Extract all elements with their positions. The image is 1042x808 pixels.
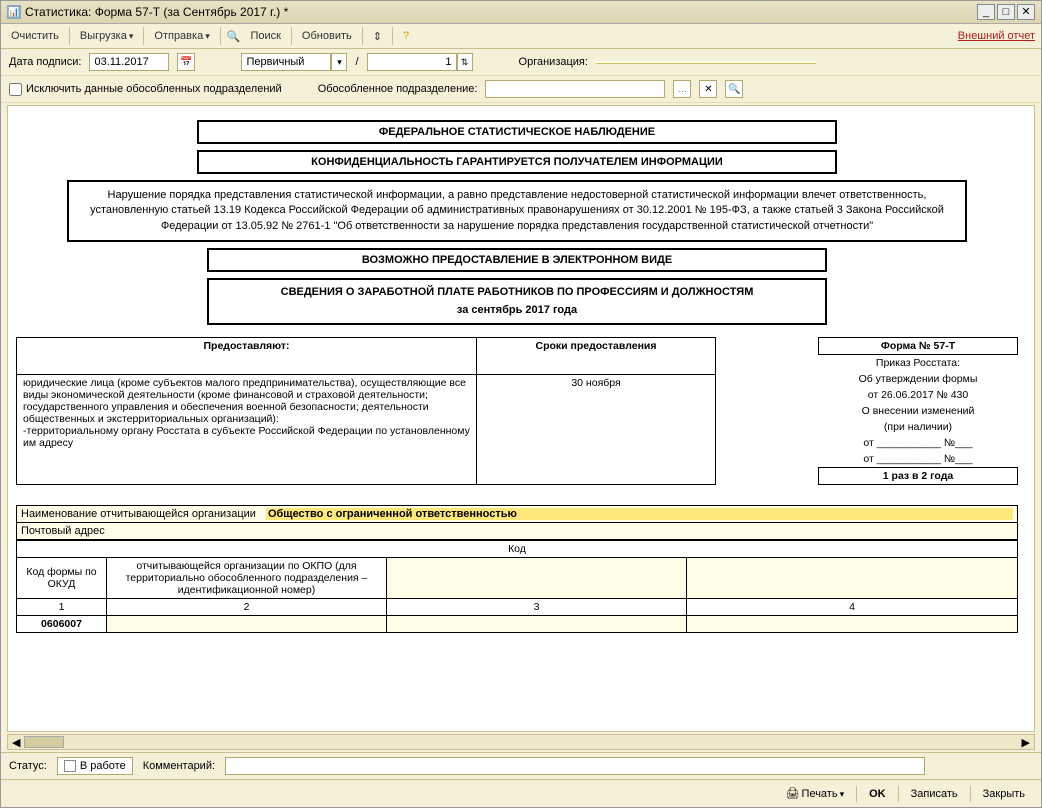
- expand-button[interactable]: ⇕: [369, 28, 386, 45]
- search-button[interactable]: Поиск: [246, 28, 284, 44]
- org-name-row: Наименование отчитывающейся организации …: [16, 505, 1018, 523]
- header-confidential: КОНФИДЕНЦИАЛЬНОСТЬ ГАРАНТИРУЕТСЯ ПОЛУЧАТ…: [197, 150, 837, 174]
- save-button[interactable]: Записать: [903, 785, 966, 803]
- refresh-button[interactable]: Обновить: [298, 28, 356, 44]
- help-button[interactable]: ?: [399, 28, 413, 44]
- toolbar: Очистить Выгрузка Отправка 🔍 Поиск Обнов…: [1, 24, 1041, 49]
- obos-input[interactable]: [485, 80, 665, 98]
- exclude-checkbox[interactable]: [9, 83, 22, 96]
- frequency: 1 раз в 2 года: [819, 468, 1018, 485]
- exclude-label: Исключить данные обособленных подразделе…: [26, 83, 282, 95]
- ok-button[interactable]: OK: [861, 785, 894, 803]
- report-title: СВЕДЕНИЯ О ЗАРАБОТНОЙ ПЛАТЕ РАБОТНИКОВ П…: [207, 278, 827, 325]
- report-type-caret[interactable]: ▾: [331, 53, 347, 71]
- address-value[interactable]: [115, 525, 1013, 537]
- params-row-1: Дата подписи: 📅 ▾ / ⇅ Организация:: [1, 49, 1041, 76]
- col-okud: Код формы по ОКУД: [17, 558, 107, 599]
- app-icon: 📊: [7, 5, 21, 19]
- slash-label: /: [355, 56, 358, 68]
- obos-pick-button[interactable]: …: [673, 80, 691, 98]
- header-federal: ФЕДЕРАЛЬНОЕ СТАТИСТИЧЕСКОЕ НАБЛЮДЕНИЕ: [197, 120, 837, 144]
- comment-input[interactable]: [225, 757, 925, 775]
- bottom-bar: Печать OK Записать Закрыть: [1, 779, 1041, 807]
- report-type-select[interactable]: [241, 53, 331, 71]
- document-area: ФЕДЕРАЛЬНОЕ СТАТИСТИЧЕСКОЕ НАБЛЮДЕНИЕ КО…: [7, 105, 1035, 732]
- code-table: Код Код формы по ОКУД отчитывающейся орг…: [16, 540, 1018, 633]
- form-number: Форма № 57-Т: [819, 338, 1018, 355]
- external-report-link[interactable]: Внешний отчет: [958, 30, 1035, 42]
- comment-label: Комментарий:: [143, 760, 215, 772]
- upload-button[interactable]: Выгрузка: [76, 28, 138, 44]
- maximize-button[interactable]: □: [997, 4, 1015, 20]
- obos-search-button[interactable]: 🔍: [725, 80, 743, 98]
- okud-value: 0606007: [17, 616, 107, 633]
- org-label: Организация:: [519, 56, 588, 68]
- col-okpo: отчитывающейся организации по ОКПО (для …: [107, 558, 387, 599]
- send-button[interactable]: Отправка: [150, 28, 213, 44]
- params-row-2: Исключить данные обособленных подразделе…: [1, 76, 1041, 103]
- provide-body: юридические лица (кроме субъектов малого…: [17, 375, 477, 485]
- terms-header: Сроки предоставления: [477, 338, 716, 375]
- close-button[interactable]: ✕: [1017, 4, 1035, 20]
- org-name-label: Наименование отчитывающейся организации: [21, 508, 256, 520]
- report-num-input[interactable]: [367, 53, 457, 71]
- sign-date-label: Дата подписи:: [9, 56, 81, 68]
- app-window: 📊 Статистика: Форма 57-Т (за Сентябрь 20…: [0, 0, 1042, 808]
- warning-box: Нарушение порядка представления статисти…: [67, 180, 967, 242]
- form-number-table: Форма № 57-Т Приказ Росстата: Об утвержд…: [818, 337, 1018, 485]
- address-row: Почтовый адрес: [16, 523, 1018, 540]
- sign-date-input[interactable]: [89, 53, 169, 71]
- window-title: Статистика: Форма 57-Т (за Сентябрь 2017…: [25, 5, 977, 19]
- close-window-button[interactable]: Закрыть: [975, 785, 1033, 803]
- clear-button[interactable]: Очистить: [7, 28, 63, 44]
- address-label: Почтовый адрес: [21, 525, 105, 537]
- obos-label: Обособленное подразделение:: [318, 83, 478, 95]
- status-bar: Статус: В работе Комментарий:: [1, 752, 1041, 779]
- provide-table: Предоставляют: Сроки предоставления юрид…: [16, 337, 716, 485]
- report-num-stepper[interactable]: ⇅: [457, 53, 473, 71]
- electronic-note: ВОЗМОЖНО ПРЕДОСТАВЛЕНИЕ В ЭЛЕКТРОННОМ ВИ…: [207, 248, 827, 272]
- org-name-value[interactable]: Общество с ограниченной ответственностью: [266, 508, 1013, 520]
- org-value[interactable]: [596, 61, 816, 64]
- terms-body: 30 ноября: [477, 375, 716, 485]
- horizontal-scrollbar[interactable]: ◀ ▶: [7, 734, 1035, 750]
- minimize-button[interactable]: _: [977, 4, 995, 20]
- calendar-button[interactable]: 📅: [177, 53, 195, 71]
- titlebar: 📊 Статистика: Форма 57-Т (за Сентябрь 20…: [1, 1, 1041, 24]
- okpo-input[interactable]: [107, 616, 387, 633]
- status-value[interactable]: В работе: [57, 757, 133, 775]
- provide-header: Предоставляют:: [17, 338, 477, 375]
- print-button[interactable]: Печать: [778, 784, 853, 803]
- status-label: Статус:: [9, 760, 47, 772]
- obos-clear-button[interactable]: ✕: [699, 80, 717, 98]
- status-icon: [64, 760, 76, 772]
- search-icon: 🔍: [227, 30, 241, 43]
- code-header: Код: [17, 541, 1018, 558]
